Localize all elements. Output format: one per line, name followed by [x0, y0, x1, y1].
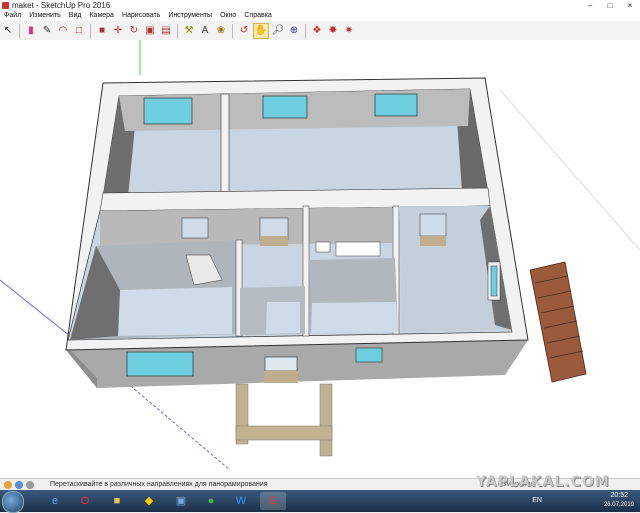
lower-back-wall	[100, 207, 392, 246]
house-model	[0, 40, 640, 471]
upper-partition	[220, 93, 230, 195]
maximize-button[interactable]: □	[600, 0, 620, 11]
minimize-button[interactable]: –	[580, 0, 600, 11]
taskbar-explorer-icon[interactable]: e	[42, 492, 68, 510]
lower-left-floor	[118, 287, 232, 336]
window-upper-3	[374, 93, 418, 117]
language-indicator[interactable]: EN	[532, 497, 542, 504]
stone-sill-2	[260, 236, 288, 246]
orbit-icon[interactable]: ↺	[237, 24, 251, 38]
clock-date[interactable]: 26.07.2019	[604, 502, 634, 508]
zoom-icon[interactable]: 🔎︎	[271, 24, 285, 38]
window-front-3	[355, 347, 383, 363]
grey-axis	[499, 89, 640, 251]
front-stone-sill	[264, 371, 298, 383]
zoom-extents-icon[interactable]: ⊕	[287, 24, 301, 38]
menu-tools[interactable]: Инструменты	[164, 11, 216, 21]
lower-mid-floor	[266, 302, 300, 334]
move-icon[interactable]: ✛	[111, 24, 125, 38]
shape-icon[interactable]: □	[72, 24, 86, 38]
window-title: maket - SketchUp Pro 2016	[12, 1, 111, 10]
windows-taskbar: e O ■ ◆ ▣ ● W S EN 20:52 26.07.2019	[0, 490, 640, 513]
push-pull-icon[interactable]: ■	[95, 24, 109, 38]
layout-icon[interactable]: ✷	[342, 24, 356, 38]
rotate-icon[interactable]: ↻	[127, 24, 141, 38]
taskbar-save-icon[interactable]: ▣	[168, 492, 194, 510]
menu-view[interactable]: Вид	[65, 11, 86, 21]
taskbar-word-icon[interactable]: W	[228, 492, 254, 510]
taskbar-batman-icon[interactable]: ◆	[136, 492, 162, 510]
window-upper-2	[262, 95, 308, 119]
menu-file[interactable]: Файл	[0, 11, 25, 21]
window-front-1	[126, 351, 194, 377]
sketchup-app-icon	[2, 2, 9, 9]
taskbar-sketchup-icon[interactable]: S	[260, 492, 286, 510]
user-icon[interactable]	[26, 481, 34, 489]
paint-icon[interactable]: ❀	[214, 24, 228, 38]
eraser-icon[interactable]: ▮	[24, 24, 38, 38]
window-front-2	[264, 356, 298, 372]
window-lower-1	[181, 217, 209, 239]
text-icon[interactable]: A	[198, 24, 212, 38]
arc-icon[interactable]: ◠	[56, 24, 70, 38]
title-bar: maket - SketchUp Pro 2016 – □ ×	[0, 0, 640, 11]
menu-camera[interactable]: Камера	[85, 11, 117, 21]
clock-time[interactable]: 20:52	[610, 492, 628, 499]
wooden-pallet	[529, 261, 587, 383]
close-button[interactable]: ×	[620, 0, 640, 11]
geo-icon[interactable]	[4, 481, 12, 489]
taskbar-files-icon[interactable]: ■	[104, 492, 130, 510]
watermark-logo: YAPLAKAL.COM	[476, 474, 610, 490]
pencil-icon[interactable]: ✎	[40, 24, 54, 38]
stone-sill-3	[420, 236, 446, 246]
menu-window[interactable]: Окно	[216, 11, 240, 21]
toolbar-separator	[90, 23, 91, 38]
tape-icon[interactable]: ⚒	[182, 24, 196, 38]
bathtub-fixture	[335, 241, 381, 257]
status-icons	[4, 481, 37, 489]
start-button[interactable]	[2, 491, 24, 513]
menu-draw[interactable]: Нарисовать	[118, 11, 164, 21]
menu-help[interactable]: Справка	[240, 11, 275, 21]
lower-bath-floor	[311, 302, 398, 333]
scale-icon[interactable]: ▣	[143, 24, 157, 38]
toolbar-separator	[305, 23, 306, 38]
foundation-right	[319, 383, 333, 457]
offset-icon[interactable]: ▤	[159, 24, 173, 38]
window-controls: – □ ×	[580, 0, 640, 11]
foundation-beam	[235, 425, 333, 441]
main-toolbar: ↖ ▮ ✎ ◠ □ ■ ✛ ↻ ▣ ▤ ⚒ A ❀ ↺ ✋ 🔎︎ ⊕ ❖ ✸ ✷	[0, 21, 640, 41]
menu-bar: Файл Изменить Вид Камера Нарисовать Инст…	[0, 11, 640, 21]
toolbar-separator	[232, 23, 233, 38]
taskbar-opera-icon[interactable]: O	[72, 492, 98, 510]
warehouse-icon[interactable]: ❖	[310, 24, 324, 38]
menu-edit[interactable]: Изменить	[25, 11, 65, 21]
window-upper-1	[143, 97, 193, 125]
side-window	[490, 265, 498, 297]
toolbar-separator	[19, 23, 20, 38]
credits-icon[interactable]	[15, 481, 23, 489]
select-icon[interactable]: ↖	[1, 24, 15, 38]
extension-icon[interactable]: ✸	[326, 24, 340, 38]
window-lower-3	[419, 213, 447, 237]
3d-viewport[interactable]	[0, 40, 640, 478]
taskbar-chrome-icon[interactable]: ●	[198, 492, 224, 510]
sink-fixture	[315, 241, 331, 253]
pan-icon[interactable]: ✋	[253, 22, 269, 39]
toolbar-separator	[177, 23, 178, 38]
